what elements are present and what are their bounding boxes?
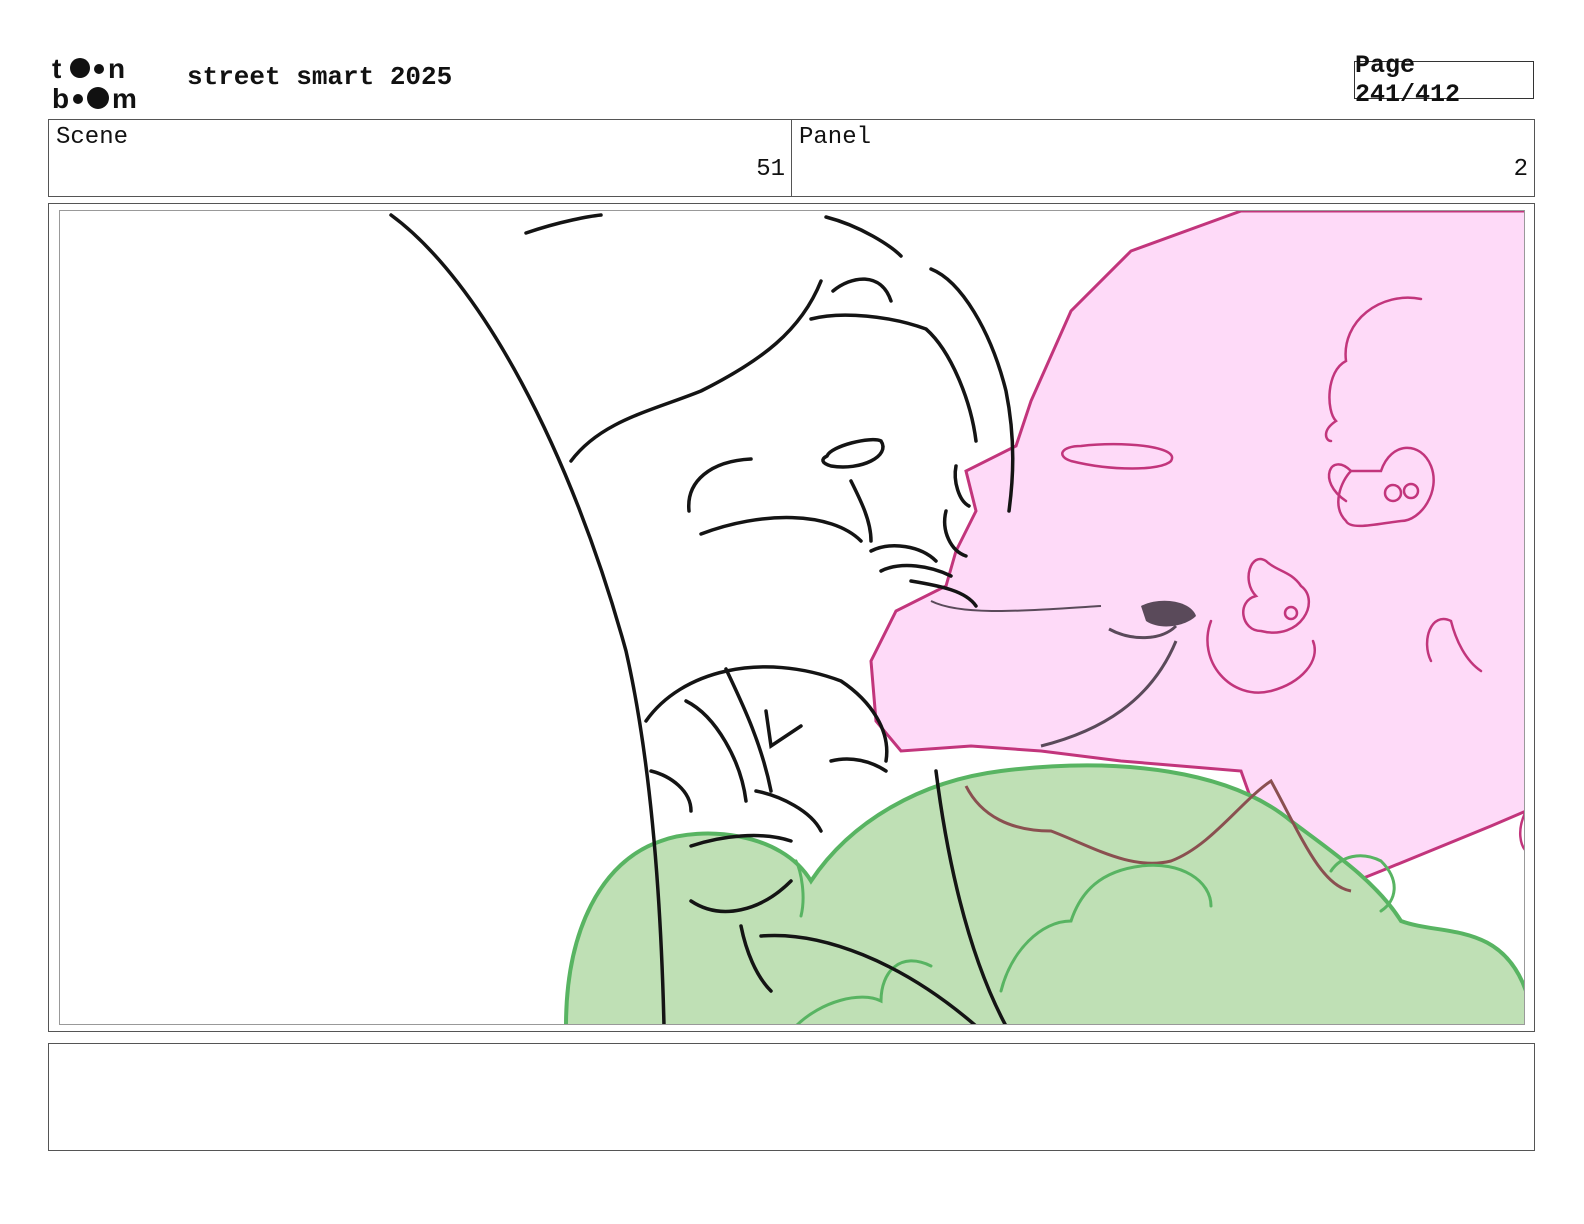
scene-panel-row: Scene 51 Panel 2 xyxy=(48,119,1535,197)
toon-boom-logo: t n b m xyxy=(52,52,164,114)
scene-number: 51 xyxy=(756,156,785,183)
scene-label: Scene xyxy=(56,124,129,151)
page-indicator: Page 241/412 xyxy=(1354,51,1534,109)
panel-number: 2 xyxy=(1513,156,1528,183)
svg-text:b: b xyxy=(52,83,69,112)
panel-cell: Panel 2 xyxy=(791,120,1534,196)
storyboard-drawing xyxy=(59,210,1525,1025)
svg-text:t: t xyxy=(52,53,61,84)
scene-cell: Scene 51 xyxy=(49,120,791,196)
svg-text:m: m xyxy=(112,83,137,112)
notes-box xyxy=(48,1043,1535,1151)
svg-text:n: n xyxy=(108,53,125,84)
project-title: street smart 2025 xyxy=(187,62,453,92)
panel-label: Panel xyxy=(799,124,872,151)
